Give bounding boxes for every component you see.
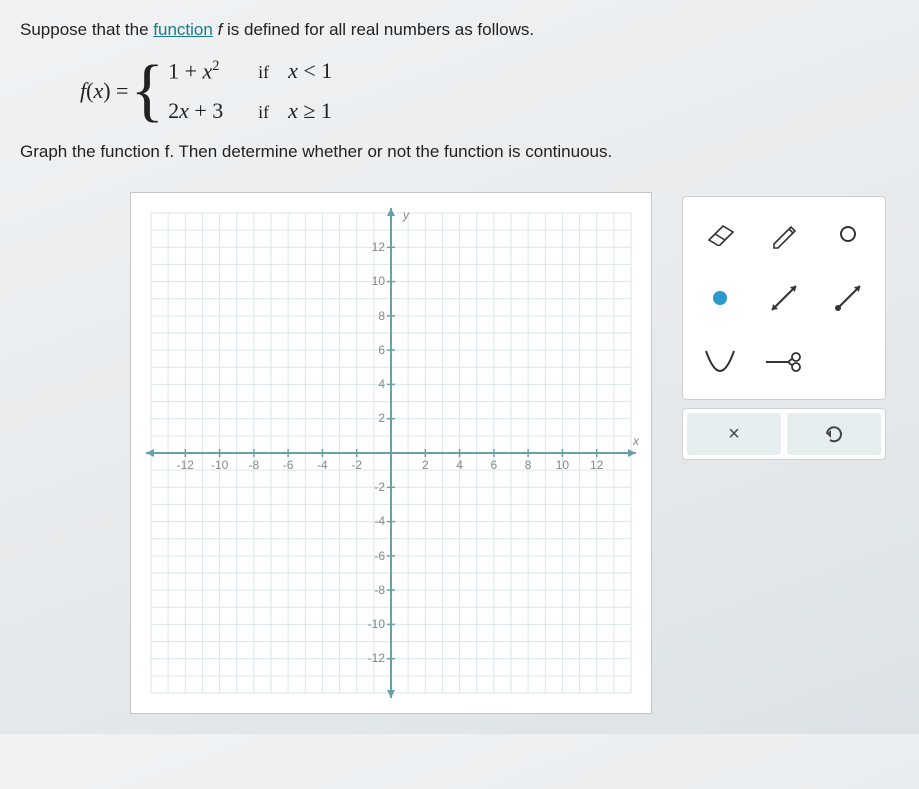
svg-text:-6: -6 xyxy=(374,549,385,563)
svg-text:8: 8 xyxy=(378,309,385,323)
svg-text:-10: -10 xyxy=(211,458,229,472)
scissors-icon xyxy=(764,349,804,375)
case-cond: x < 1 xyxy=(288,58,332,84)
intro-prefix: Suppose that the xyxy=(20,20,153,39)
action-row: × xyxy=(682,408,886,460)
case-cond: x ≥ 1 xyxy=(288,98,332,124)
brace-icon: { xyxy=(130,61,164,121)
svg-text:y: y xyxy=(402,208,410,222)
problem-intro: Suppose that the function f is defined f… xyxy=(20,20,899,40)
coordinate-grid: -12 -10 -8 -6 -4 -2 2 4 6 8 10 12 12 10 … xyxy=(131,193,651,713)
work-area: -12 -10 -8 -6 -4 -2 2 4 6 8 10 12 12 10 … xyxy=(130,192,899,714)
case-row: 2x + 3 if x ≥ 1 xyxy=(168,98,332,124)
case-expr: 2x + 3 xyxy=(168,98,258,124)
pencil-tool[interactable] xyxy=(755,205,813,263)
svg-text:-4: -4 xyxy=(374,514,385,528)
piecewise-formula: f(x) = { 1 + x2 if x < 1 2x + 3 if x ≥ 1 xyxy=(80,58,899,124)
tools-panel: × xyxy=(682,196,886,460)
svg-text:2: 2 xyxy=(378,411,385,425)
svg-text:12: 12 xyxy=(590,458,604,472)
svg-text:2: 2 xyxy=(422,458,429,472)
segment-icon xyxy=(766,280,802,316)
closed-point-tool[interactable] xyxy=(691,269,749,327)
svg-text:6: 6 xyxy=(378,343,385,357)
ray-icon xyxy=(830,280,866,316)
parabola-icon xyxy=(702,347,738,377)
undo-icon xyxy=(823,423,845,445)
svg-text:4: 4 xyxy=(378,377,385,391)
svg-text:-2: -2 xyxy=(351,458,362,472)
open-point-tool[interactable] xyxy=(819,205,877,263)
eraser-tool[interactable] xyxy=(691,205,749,263)
intro-suffix: f is defined for all real numbers as fol… xyxy=(213,20,534,39)
case-row: 1 + x2 if x < 1 xyxy=(168,58,332,84)
svg-text:-10: -10 xyxy=(368,617,386,631)
svg-text:-12: -12 xyxy=(177,458,195,472)
svg-text:-8: -8 xyxy=(249,458,260,472)
case-if: if xyxy=(258,62,288,83)
svg-text:-4: -4 xyxy=(317,458,328,472)
svg-text:4: 4 xyxy=(456,458,463,472)
svg-text:-6: -6 xyxy=(283,458,294,472)
line-segment-tool[interactable] xyxy=(755,269,813,327)
closed-circle-icon xyxy=(710,288,730,308)
clear-button[interactable]: × xyxy=(687,413,781,455)
svg-text:10: 10 xyxy=(372,274,386,288)
case-if: if xyxy=(258,102,288,123)
svg-text:-2: -2 xyxy=(374,480,385,494)
formula-lhs: f(x) = xyxy=(80,78,128,104)
svg-text:x: x xyxy=(632,434,640,448)
pencil-icon xyxy=(769,219,799,249)
x-icon: × xyxy=(728,423,740,446)
graph-canvas[interactable]: -12 -10 -8 -6 -4 -2 2 4 6 8 10 12 12 10 … xyxy=(130,192,652,714)
instruction-text: Graph the function f. Then determine whe… xyxy=(20,142,899,162)
svg-text:12: 12 xyxy=(372,240,386,254)
svg-text:6: 6 xyxy=(491,458,498,472)
ray-tool[interactable] xyxy=(819,269,877,327)
cut-line-tool[interactable] xyxy=(755,333,813,391)
svg-text:10: 10 xyxy=(556,458,570,472)
tool-grid xyxy=(682,196,886,400)
cases: 1 + x2 if x < 1 2x + 3 if x ≥ 1 xyxy=(168,58,332,124)
svg-text:8: 8 xyxy=(525,458,532,472)
case-expr: 1 + x2 xyxy=(168,58,258,84)
undo-button[interactable] xyxy=(787,413,881,455)
function-link[interactable]: function xyxy=(153,20,213,39)
svg-text:-8: -8 xyxy=(374,583,385,597)
eraser-icon xyxy=(703,222,737,246)
parabola-tool[interactable] xyxy=(691,333,749,391)
open-circle-icon xyxy=(838,224,858,244)
svg-text:-12: -12 xyxy=(368,651,386,665)
